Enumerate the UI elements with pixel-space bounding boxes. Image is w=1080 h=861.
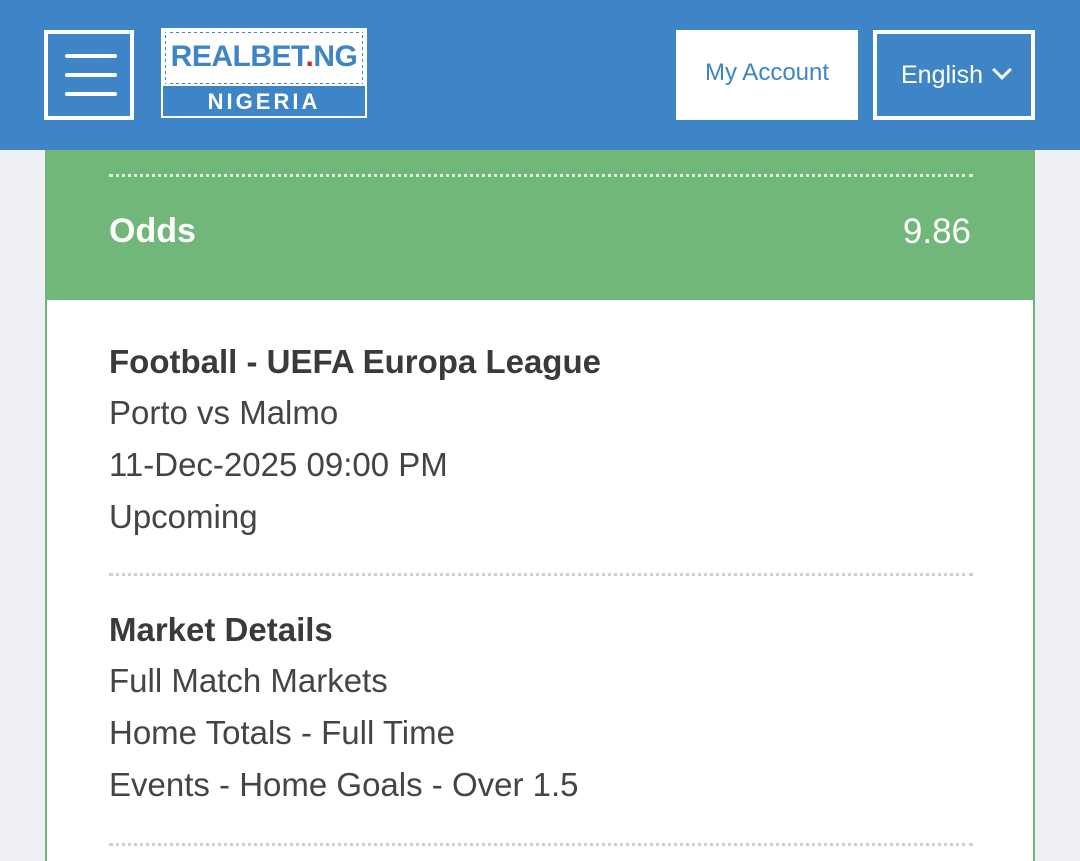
logo-country: NIGERIA [207, 89, 321, 114]
event-title: Football - UEFA Europa League [109, 343, 601, 380]
logo-brand-tld: NG [313, 40, 358, 73]
hamburger-menu-icon [65, 54, 117, 58]
site-logo[interactable]: REALBET.NG NIGERIA [161, 28, 367, 118]
chevron-down-icon [992, 60, 1012, 80]
language-label: English [901, 61, 983, 89]
logo-brand-box: REALBET.NG [163, 30, 365, 86]
event-details: Football - UEFA Europa League Porto vs M… [109, 336, 601, 543]
market-title: Market Details [109, 611, 333, 648]
hamburger-menu-icon-bar [65, 73, 117, 77]
market-line: Home Totals - Full Time [109, 714, 455, 751]
event-match: Porto vs Malmo [109, 394, 339, 431]
divider [109, 573, 973, 576]
language-selector[interactable]: English [873, 30, 1035, 120]
my-account-button[interactable]: My Account [676, 30, 858, 120]
logo-brand: REALBET.NG [171, 40, 358, 74]
odds-label: Odds [109, 212, 196, 250]
divider [109, 174, 973, 177]
odds-value: 9.86 [902, 212, 971, 251]
logo-brand-main: REALBET [170, 40, 306, 73]
hamburger-menu-icon-bar [65, 92, 117, 96]
market-details: Market Details Full Match Markets Home T… [109, 604, 579, 811]
odds-banner: Odds 9.86 [47, 150, 1033, 300]
hamburger-menu-button[interactable] [44, 30, 134, 120]
divider [109, 843, 973, 846]
event-datetime: 11-Dec-2025 09:00 PM [109, 446, 448, 483]
top-navigation-bar: REALBET.NG NIGERIA My Account English [0, 0, 1080, 150]
bet-details-card: Odds 9.86 Football - UEFA Europa League … [45, 150, 1035, 861]
market-line: Events - Home Goals - Over 1.5 [109, 766, 579, 803]
market-line: Full Match Markets [109, 662, 388, 699]
event-status: Upcoming [109, 498, 258, 535]
